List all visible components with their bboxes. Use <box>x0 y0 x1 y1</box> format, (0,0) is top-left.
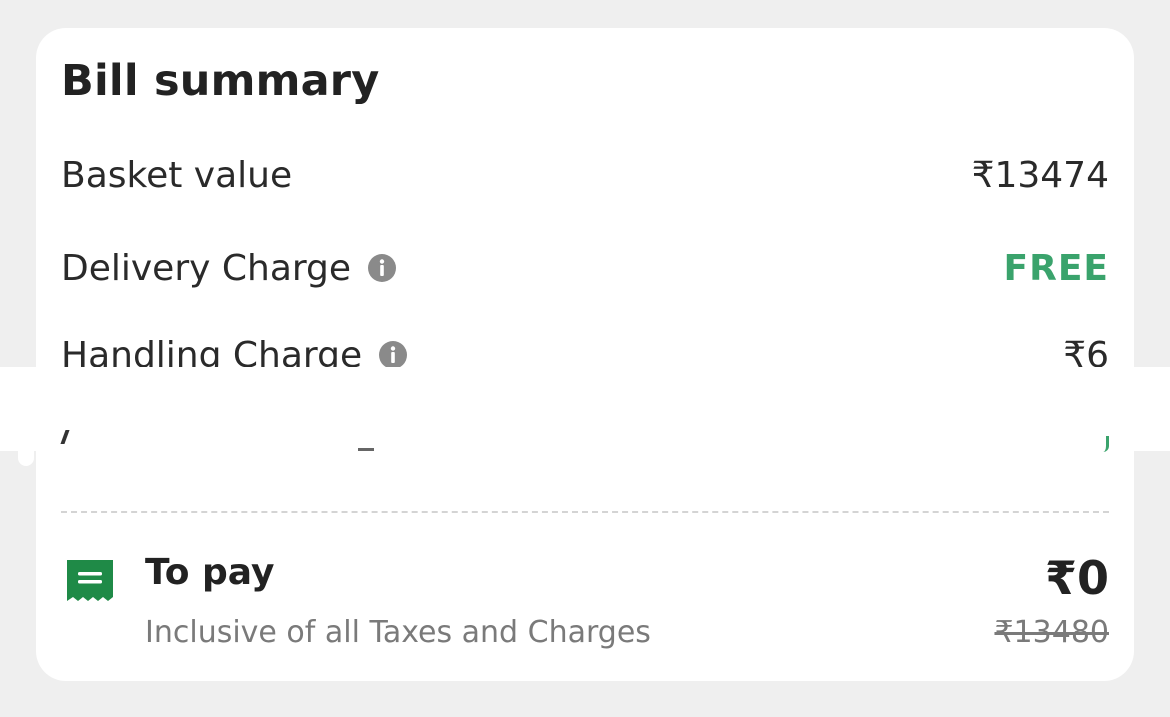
delivery-charge-row: Delivery Charge FREE <box>61 243 1109 293</box>
info-icon[interactable] <box>378 340 408 370</box>
delivery-charge-label: Delivery Charge <box>61 247 352 289</box>
basket-value-row: Basket value ₹13474 <box>61 150 1109 200</box>
to-pay-subtitle: Inclusive of all Taxes and Charges <box>145 615 651 650</box>
redacted-fragment <box>1100 436 1109 452</box>
info-icon[interactable] <box>367 253 397 283</box>
delivery-charge-value: FREE <box>1003 247 1109 289</box>
to-pay-label: To pay <box>145 552 275 593</box>
basket-value-label: Basket value <box>61 154 293 196</box>
bill-summary-card: Bill summary Basket value ₹13474 Deliver… <box>0 28 1170 681</box>
to-pay-amount: ₹0 <box>1044 551 1109 605</box>
receipt-icon <box>67 560 113 601</box>
dashed-divider <box>61 511 1109 513</box>
redacted-edge <box>18 406 34 466</box>
bill-summary-title: Bill summary <box>61 56 380 106</box>
redacted-fragment <box>358 448 374 451</box>
basket-value-amount: ₹13474 <box>971 154 1109 196</box>
redacted-region <box>0 367 1170 451</box>
original-amount-strikethrough: ₹13480 <box>994 615 1109 650</box>
